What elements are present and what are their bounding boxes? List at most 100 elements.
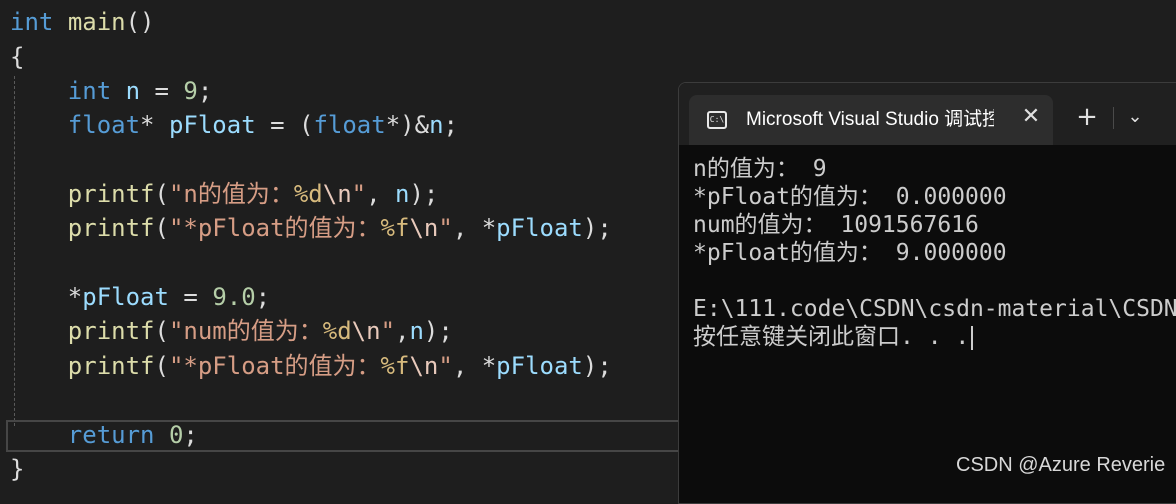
chevron-down-icon[interactable]: ⌄	[1123, 105, 1147, 129]
code-token: printf	[67, 317, 155, 345]
code-token: , *	[452, 352, 497, 380]
code-token: \n	[322, 180, 352, 208]
code-token: {	[10, 43, 25, 71]
code-token: "	[351, 180, 367, 208]
code-line: float* pFloat = (float*)&n;	[10, 108, 458, 142]
code-token: (	[154, 317, 169, 345]
code-token: *)&	[385, 111, 430, 139]
code-token: "	[380, 317, 396, 345]
code-token: "*pFloat的值为：	[168, 214, 381, 242]
code-line: printf("*pFloat的值为：%f\n", *pFloat);	[10, 349, 612, 383]
code-token: "	[438, 214, 453, 242]
code-token: pFloat	[496, 352, 583, 380]
code-token: ;	[255, 283, 271, 311]
code-token: pFloat	[82, 283, 169, 311]
code-token: =	[168, 283, 213, 311]
code-line: printf("num的值为：%d\n",n);	[10, 314, 453, 348]
console-prompt-line: 按任意键关闭此窗口. . .	[693, 323, 974, 351]
code-token: "	[438, 352, 453, 380]
terminal-tab[interactable]: C:\ Microsoft Visual Studio 调试控制台 ✕	[689, 95, 1053, 145]
code-line: printf("*pFloat的值为：%f\n", *pFloat);	[10, 211, 612, 245]
console-prompt-text: 按任意键关闭此窗口. . .	[693, 324, 970, 350]
code-token: n	[395, 180, 410, 208]
code-token: pFloat	[168, 111, 256, 139]
code-token: ;	[443, 111, 458, 139]
code-token: \n	[409, 214, 439, 242]
code-token: ;	[183, 421, 198, 449]
code-token: int	[10, 8, 54, 36]
tab-separator	[1113, 107, 1114, 129]
code-token: (	[154, 180, 169, 208]
code-line: }	[10, 452, 24, 486]
code-token: );	[423, 317, 453, 345]
code-token: "n的值为：	[168, 180, 294, 208]
code-line: int n = 9;	[10, 74, 213, 108]
code-token: "num的值为：	[168, 317, 323, 345]
code-token: "*pFloat的值为：	[168, 352, 381, 380]
code-token: n	[429, 111, 444, 139]
code-token: n	[409, 317, 424, 345]
code-token: }	[10, 455, 25, 483]
code-token: );	[582, 352, 612, 380]
code-token: %d	[322, 317, 352, 345]
code-token: printf	[67, 214, 155, 242]
code-token: %d	[293, 180, 323, 208]
console-line: num的值为： 1091567616	[693, 212, 979, 238]
code-token: (	[154, 214, 169, 242]
code-token: );	[409, 180, 439, 208]
code-token: , *	[452, 214, 497, 242]
code-token: =	[140, 77, 184, 105]
console-line: *pFloat的值为： 9.000000	[693, 240, 1007, 266]
code-token: *	[140, 111, 169, 139]
new-tab-button[interactable]: +	[1075, 104, 1099, 130]
code-token: (	[154, 352, 169, 380]
terminal-icon: C:\	[707, 111, 727, 129]
console-line: *pFloat的值为： 0.000000	[693, 184, 1007, 210]
code-token: \n	[409, 352, 439, 380]
code-token: printf	[67, 180, 155, 208]
code-line: printf("n的值为：%d\n", n);	[10, 177, 439, 211]
code-token: main	[67, 8, 126, 36]
code-token: return	[67, 421, 155, 449]
debug-console-window[interactable]: C:\ Microsoft Visual Studio 调试控制台 ✕ + ⌄ …	[678, 82, 1176, 504]
code-line: *pFloat = 9.0;	[10, 280, 270, 314]
code-token: \n	[351, 317, 381, 345]
code-token: ,	[395, 317, 410, 345]
terminal-tab-bar: C:\ Microsoft Visual Studio 调试控制台 ✕ + ⌄	[679, 83, 1176, 145]
code-token: ()	[125, 8, 155, 36]
code-token: %f	[380, 214, 410, 242]
code-token: float	[67, 111, 141, 139]
code-token: 0	[168, 421, 184, 449]
code-line: int main()	[10, 5, 155, 39]
code-token: %f	[380, 352, 410, 380]
code-token: ,	[366, 180, 396, 208]
code-line: return 0;	[10, 418, 198, 452]
text-cursor	[971, 325, 974, 350]
code-token: ;	[197, 77, 213, 105]
code-token: = (	[255, 111, 314, 139]
code-token: float	[313, 111, 386, 139]
code-token: *	[10, 283, 83, 311]
console-line: n的值为： 9	[693, 156, 827, 182]
code-token: 9	[183, 77, 198, 105]
code-token: n	[125, 77, 141, 105]
tab-title: Microsoft Visual Studio 调试控制台	[746, 109, 994, 130]
code-token: );	[582, 214, 612, 242]
code-token: pFloat	[496, 214, 583, 242]
code-line: {	[10, 40, 24, 74]
code-token: printf	[67, 352, 155, 380]
watermark: CSDN @Azure Reverie	[956, 454, 1166, 476]
close-icon[interactable]: ✕	[1019, 105, 1043, 129]
code-token: 9.0	[212, 283, 256, 311]
code-token: int	[67, 77, 112, 105]
